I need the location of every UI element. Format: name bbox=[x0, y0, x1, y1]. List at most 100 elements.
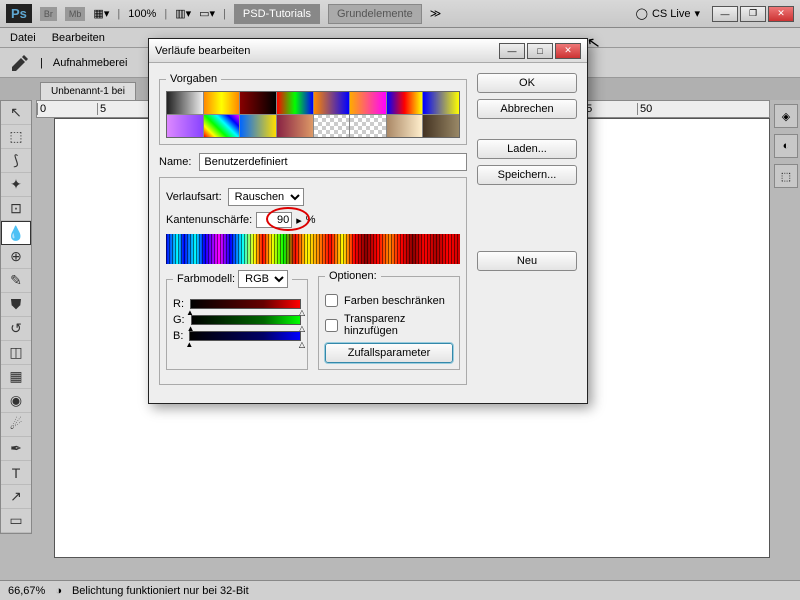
randomize-button[interactable]: Zufallsparameter bbox=[325, 343, 453, 363]
marquee-tool[interactable]: ⬚ bbox=[1, 125, 31, 149]
shape-tool[interactable]: ▭ bbox=[1, 509, 31, 533]
load-button[interactable]: Laden... bbox=[477, 139, 577, 159]
brush-tool[interactable]: ✎ bbox=[1, 269, 31, 293]
presets-legend: Vorgaben bbox=[166, 73, 221, 85]
r-slider[interactable] bbox=[190, 299, 301, 309]
roughness-unit: % bbox=[306, 214, 316, 226]
minimize-button[interactable]: — bbox=[712, 6, 738, 22]
stamp-tool[interactable]: ⛊ bbox=[1, 293, 31, 317]
presets-fieldset: Vorgaben bbox=[159, 73, 467, 145]
roughness-label: Kantenunschärfe: bbox=[166, 214, 252, 226]
eyedropper-tool[interactable]: 💧 bbox=[1, 221, 31, 245]
preset-swatch[interactable] bbox=[277, 92, 313, 114]
blur-tool[interactable]: ◉ bbox=[1, 389, 31, 413]
name-input[interactable] bbox=[199, 153, 467, 171]
dialog-minimize-button[interactable]: — bbox=[499, 43, 525, 59]
cslive-icon: ◯ bbox=[636, 7, 648, 20]
maximize-button[interactable]: ❐ bbox=[740, 6, 766, 22]
preset-swatch[interactable] bbox=[314, 92, 350, 114]
b-label: B: bbox=[173, 330, 183, 342]
g-label: G: bbox=[173, 314, 185, 326]
r-label: R: bbox=[173, 298, 184, 310]
status-bar: 66,67% ◑ Belichtung funktioniert nur bei… bbox=[0, 580, 800, 600]
preset-swatch[interactable] bbox=[423, 92, 459, 114]
document-tab[interactable]: Unbenannt-1 bei bbox=[40, 82, 136, 100]
dialog-close-button[interactable]: ✕ bbox=[555, 43, 581, 59]
add-transparency-checkbox[interactable]: Transparenz hinzufügen bbox=[325, 313, 453, 337]
gradient-type-fieldset: Verlaufsart: Rauschen Kantenunschärfe: ▸… bbox=[159, 177, 467, 385]
preset-swatch[interactable] bbox=[314, 115, 350, 137]
colormodel-select[interactable]: RGB bbox=[238, 270, 288, 288]
colormodel-fieldset: Farbmodell: RGB R: G: B: bbox=[166, 270, 308, 370]
menu-edit[interactable]: Bearbeiten bbox=[52, 32, 105, 44]
right-panels: ◈ ◐ ⬚ bbox=[772, 100, 800, 188]
close-button[interactable]: ✕ bbox=[768, 6, 794, 22]
eraser-tool[interactable]: ◫ bbox=[1, 341, 31, 365]
more-icon[interactable]: ≫ bbox=[430, 7, 442, 20]
options-fieldset: Optionen: Farben beschränken Transparenz… bbox=[318, 270, 460, 370]
restrict-colors-checkbox[interactable]: Farben beschränken bbox=[325, 294, 453, 307]
status-message: Belichtung funktioniert nur bei 32-Bit bbox=[72, 585, 249, 597]
preset-swatch[interactable] bbox=[204, 92, 240, 114]
screen-mode-icon[interactable]: ▦▾ bbox=[93, 7, 109, 20]
gradient-preview bbox=[166, 234, 460, 264]
zoom-level[interactable]: 100% bbox=[128, 8, 156, 20]
lasso-tool[interactable]: ⟆ bbox=[1, 149, 31, 173]
heal-tool[interactable]: ⊕ bbox=[1, 245, 31, 269]
history-tool[interactable]: ↺ bbox=[1, 317, 31, 341]
preset-swatch[interactable] bbox=[387, 115, 423, 137]
menu-file[interactable]: Datei bbox=[10, 32, 36, 44]
roughness-stepper-icon[interactable]: ▸ bbox=[296, 214, 302, 227]
preset-swatch[interactable] bbox=[277, 115, 313, 137]
preset-swatch[interactable] bbox=[167, 92, 203, 114]
arrange-icon[interactable]: ▥▾ bbox=[175, 7, 191, 20]
dialog-maximize-button[interactable]: □ bbox=[527, 43, 553, 59]
preset-swatch[interactable] bbox=[240, 115, 276, 137]
preset-swatch[interactable] bbox=[167, 115, 203, 137]
dialog-title: Verläufe bearbeiten bbox=[155, 45, 499, 57]
presets-grid bbox=[166, 91, 460, 138]
layers-icon[interactable]: ◈ bbox=[774, 104, 798, 128]
tools-panel: ↖ ⬚ ⟆ ✦ ⊡ 💧 ⊕ ✎ ⛊ ↺ ◫ ▦ ◉ ☄ ✒ T ↗ ▭ bbox=[0, 100, 32, 534]
dodge-tool[interactable]: ☄ bbox=[1, 413, 31, 437]
cancel-button[interactable]: Abbrechen bbox=[477, 99, 577, 119]
preset-swatch[interactable] bbox=[240, 92, 276, 114]
gradient-tool[interactable]: ▦ bbox=[1, 365, 31, 389]
dialog-titlebar[interactable]: Verläufe bearbeiten — □ ✕ bbox=[149, 39, 587, 63]
preset-swatch[interactable] bbox=[387, 92, 423, 114]
workspace-tab-basic[interactable]: Grundelemente bbox=[328, 4, 422, 24]
pen-tool[interactable]: ✒ bbox=[1, 437, 31, 461]
paths-icon[interactable]: ⬚ bbox=[774, 164, 798, 188]
options-legend: Optionen: bbox=[325, 270, 381, 282]
app-logo: Ps bbox=[6, 4, 32, 23]
save-button[interactable]: Speichern... bbox=[477, 165, 577, 185]
channels-icon[interactable]: ◐ bbox=[774, 134, 798, 158]
bridge-icon[interactable]: Br bbox=[40, 7, 57, 21]
minibridge-icon[interactable]: Mb bbox=[65, 7, 86, 21]
type-label: Verlaufsart: bbox=[166, 191, 222, 203]
eyedropper-icon bbox=[10, 53, 30, 73]
name-label: Name: bbox=[159, 156, 191, 168]
wand-tool[interactable]: ✦ bbox=[1, 173, 31, 197]
status-info-icon: ◑ bbox=[55, 585, 62, 597]
cslive-button[interactable]: CS Live bbox=[652, 8, 691, 20]
ok-button[interactable]: OK bbox=[477, 73, 577, 93]
path-tool[interactable]: ↗ bbox=[1, 485, 31, 509]
roughness-input[interactable] bbox=[256, 212, 292, 228]
preset-swatch[interactable] bbox=[350, 115, 386, 137]
preset-swatch[interactable] bbox=[423, 115, 459, 137]
sample-label: Aufnahmeberei bbox=[53, 57, 128, 69]
new-button[interactable]: Neu bbox=[477, 251, 577, 271]
preset-swatch[interactable] bbox=[204, 115, 240, 137]
crop-tool[interactable]: ⊡ bbox=[1, 197, 31, 221]
workspace-tab-psd[interactable]: PSD-Tutorials bbox=[234, 4, 320, 24]
app-menubar: Ps Br Mb ▦▾ | 100% | ▥▾ ▭▾ | PSD-Tutoria… bbox=[0, 0, 800, 28]
type-tool[interactable]: T bbox=[1, 461, 31, 485]
layout-icon[interactable]: ▭▾ bbox=[199, 7, 215, 20]
b-slider[interactable] bbox=[189, 331, 301, 341]
move-tool[interactable]: ↖ bbox=[1, 101, 31, 125]
type-select[interactable]: Rauschen bbox=[228, 188, 304, 206]
status-zoom[interactable]: 66,67% bbox=[8, 585, 45, 597]
preset-swatch[interactable] bbox=[350, 92, 386, 114]
g-slider[interactable] bbox=[191, 315, 301, 325]
